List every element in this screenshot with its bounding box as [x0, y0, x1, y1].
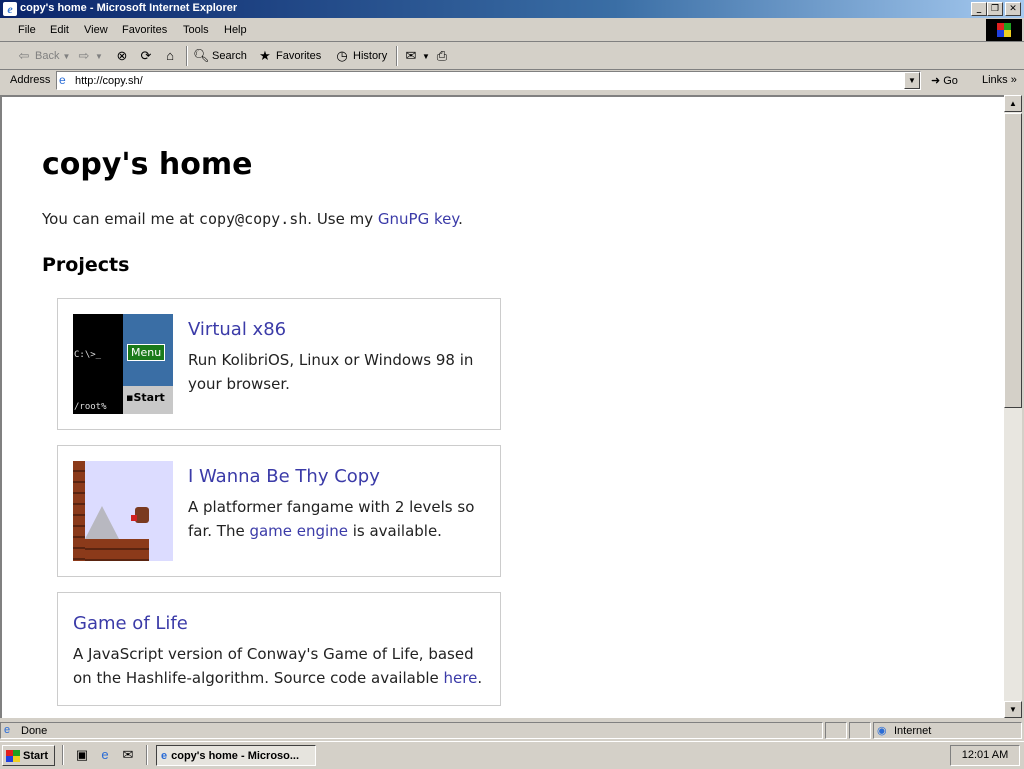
menu-file[interactable]: File	[18, 24, 36, 36]
search-button[interactable]: 🔍︎ Search	[193, 48, 247, 64]
refresh-icon: ⟳	[140, 48, 152, 63]
outlook-express-icon[interactable]: ✉	[120, 747, 136, 763]
virtual-x86-thumbnail[interactable]: C:\>_ /root% Menu ▪Start	[73, 314, 173, 414]
maximize-button[interactable]: ❐	[987, 2, 1003, 16]
project-card-game-of-life: Game of Life A JavaScript version of Con…	[57, 592, 501, 706]
menu-help[interactable]: Help	[224, 24, 247, 36]
go-button[interactable]: ➜ Go	[931, 74, 958, 88]
start-button[interactable]: Start	[2, 745, 55, 766]
game-of-life-description: A JavaScript version of Conway's Game of…	[73, 645, 483, 687]
stop-button[interactable]: ⊗	[114, 48, 130, 64]
show-desktop-icon[interactable]: ▣	[74, 747, 90, 763]
back-arrow-icon: ⇦	[18, 48, 30, 63]
i-wanna-be-thy-copy-link[interactable]: I Wanna Be Thy Copy	[188, 466, 380, 487]
history-icon: ◷	[336, 48, 348, 63]
search-icon: 🔍︎	[193, 48, 210, 63]
minimize-button[interactable]: _	[971, 2, 987, 16]
scroll-thumb[interactable]	[1004, 113, 1022, 408]
virtual-x86-description: Run KolibriOS, Linux or Windows 98 in yo…	[188, 351, 474, 393]
internet-zone-icon: ◉	[877, 725, 887, 737]
page-content: copy's home You can email me at copy@cop…	[0, 95, 1004, 718]
gnupg-key-link[interactable]: GnuPG key	[378, 210, 458, 228]
favorites-button[interactable]: ★ Favorites	[257, 48, 321, 64]
history-button[interactable]: ◷ History	[334, 48, 387, 64]
player-sprite-icon	[135, 507, 149, 523]
projects-heading: Projects	[42, 254, 130, 276]
menu-view[interactable]: View	[84, 24, 108, 36]
menu-tools[interactable]: Tools	[183, 24, 209, 36]
address-input[interactable]	[75, 73, 895, 88]
i-wanna-be-thy-copy-description: A platformer fangame with 2 levels so fa…	[188, 498, 475, 540]
home-icon: ⌂	[166, 48, 174, 63]
address-bar: Address e ▼ ➜ Go Links »	[0, 70, 1024, 92]
window-title: copy's home - Microsoft Internet Explore…	[20, 2, 238, 14]
toolbar-separator	[396, 46, 398, 66]
page-title: copy's home	[42, 147, 253, 182]
refresh-button[interactable]: ⟳	[138, 48, 154, 64]
game-engine-link[interactable]: game engine	[249, 522, 347, 540]
links-button[interactable]: Links »	[982, 74, 1017, 86]
status-panel	[849, 722, 871, 739]
vertical-scrollbar[interactable]: ▲ ▼	[1004, 95, 1022, 718]
ie-icon: e	[3, 2, 17, 16]
windows-logo-throbber	[986, 19, 1022, 41]
email-address: copy@copy.sh	[198, 210, 308, 228]
title-bar: e copy's home - Microsoft Internet Explo…	[0, 0, 1024, 18]
mail-button[interactable]: ✉ ▼	[403, 48, 430, 64]
menu-bar: File Edit View Favorites Tools Help	[0, 19, 1024, 42]
ie-quicklaunch-icon[interactable]: e	[97, 747, 113, 763]
scroll-down-icon[interactable]: ▼	[1004, 701, 1022, 718]
project-card-i-wanna-be-thy-copy: I Wanna Be Thy Copy A platformer fangame…	[57, 445, 501, 577]
i-wanna-be-thy-copy-thumbnail[interactable]	[73, 461, 173, 561]
go-arrow-icon: ➜	[931, 75, 941, 87]
print-button[interactable]: ⎙	[434, 48, 450, 64]
status-text: Done	[21, 725, 48, 737]
address-dropdown-icon[interactable]: ▼	[904, 72, 920, 89]
status-panel	[825, 722, 847, 739]
address-field[interactable]: e ▼	[56, 71, 921, 90]
menu-favorites[interactable]: Favorites	[122, 24, 167, 36]
system-tray-clock: 12:01 AM	[950, 745, 1020, 766]
start-icon: ▪Start	[126, 391, 165, 404]
forward-button[interactable]: ⇨ ▼	[76, 48, 103, 64]
toolbar: ⇦ Back ▼ ⇨ ▼ ⊗ ⟳ ⌂ 🔍︎ Search ★ Favorites…	[0, 42, 1024, 70]
scroll-up-icon[interactable]: ▲	[1004, 95, 1022, 112]
ie-task-icon: e	[161, 749, 168, 762]
toolbar-separator	[186, 46, 188, 66]
close-button[interactable]: ✕	[1005, 2, 1021, 16]
address-label: Address	[10, 74, 51, 86]
back-dropdown-icon[interactable]: ▼	[62, 52, 70, 61]
windows-flag-icon	[6, 749, 20, 762]
taskbar-ie-window-button[interactable]: e copy's home - Microso...	[156, 745, 316, 766]
game-of-life-link[interactable]: Game of Life	[73, 613, 188, 634]
menu-edit[interactable]: Edit	[50, 24, 69, 36]
mail-dropdown-icon[interactable]: ▼	[422, 52, 430, 61]
security-zone: Internet	[894, 725, 932, 737]
status-bar: e Done ◉ Internet	[0, 721, 1024, 740]
mail-icon: ✉	[405, 48, 417, 63]
project-card-virtual-x86: C:\>_ /root% Menu ▪Start Virtual x86 Run…	[57, 298, 501, 430]
taskbar: Start ▣ e ✉ e copy's home - Microso... 1…	[0, 741, 1024, 769]
forward-dropdown-icon[interactable]: ▼	[95, 52, 103, 61]
forward-arrow-icon: ⇨	[78, 48, 90, 63]
stop-icon: ⊗	[116, 48, 128, 63]
intro-text: You can email me at copy@copy.sh. Use my…	[42, 210, 463, 228]
virtual-x86-link[interactable]: Virtual x86	[188, 319, 286, 340]
back-button[interactable]: ⇦ Back ▼	[16, 48, 71, 64]
print-icon: ⎙	[436, 48, 448, 63]
page-icon: e	[59, 73, 66, 87]
favorites-icon: ★	[259, 48, 271, 63]
page-status-icon: e	[4, 724, 11, 736]
home-button[interactable]: ⌂	[162, 48, 178, 64]
source-code-link[interactable]: here	[444, 669, 478, 687]
